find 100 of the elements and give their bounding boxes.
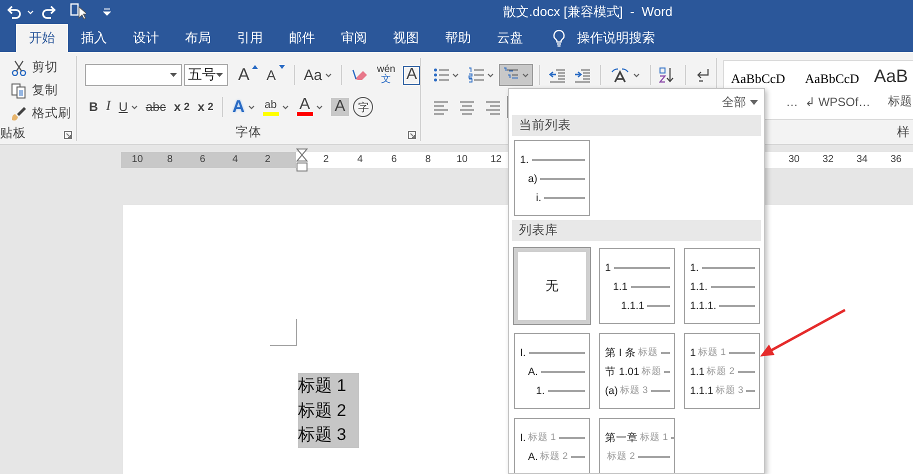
caret-icon	[130, 104, 138, 110]
font-size-field[interactable]: 五号	[184, 64, 228, 86]
ribbon-tab[interactable]: 视图	[380, 24, 432, 52]
underline-button[interactable]: U	[114, 96, 142, 118]
ribbon-tab[interactable]: 邮件	[276, 24, 328, 52]
ruler-number: 36	[889, 153, 903, 167]
ribbon-tab[interactable]: 开始	[16, 24, 68, 52]
ruler-number: 4	[356, 153, 364, 167]
copy-button[interactable]: 复制	[8, 79, 76, 102]
list-style-option[interactable]: 1 1.1 1.1.1	[599, 248, 675, 324]
list-level-label: 标题 2	[540, 450, 568, 463]
align-right-icon	[485, 99, 501, 115]
caret-icon	[632, 72, 640, 78]
list-number: 1.	[536, 384, 545, 396]
list-line	[719, 304, 755, 306]
character-shading-button[interactable]: A	[330, 98, 350, 116]
ruler-number: 8	[166, 153, 174, 167]
list-style-option[interactable]: 1. a) i.	[514, 140, 590, 216]
ruler-number: 2	[264, 153, 272, 167]
list-style-option[interactable]: I. 标题 1 A. 标题 2	[514, 418, 590, 473]
list-line	[738, 370, 755, 372]
list-line	[570, 456, 585, 458]
ribbon-tab[interactable]: 插入	[68, 24, 120, 52]
ruler-number: 12	[489, 153, 503, 167]
touch-mode-icon[interactable]	[70, 3, 86, 21]
italic-button[interactable]: I	[102, 96, 115, 118]
margin-corner-mark	[270, 319, 297, 346]
format-painter-button[interactable]: 格式刷	[8, 102, 76, 125]
grow-font-button[interactable]: A	[234, 64, 262, 86]
list-line	[540, 370, 585, 372]
list-line	[710, 286, 755, 288]
ribbon-tab[interactable]: 引用	[224, 24, 276, 52]
list-line	[638, 456, 670, 458]
list-number: 第 I 条	[605, 346, 636, 360]
text-effects-button[interactable]: A	[228, 96, 259, 118]
eraser-icon	[350, 67, 369, 83]
bold-button[interactable]: B	[85, 96, 102, 118]
dialog-launcher-icon[interactable]	[64, 131, 72, 139]
ruler-number: 6	[390, 153, 398, 167]
increase-indent-icon	[574, 67, 590, 83]
list-number: 节 1.01	[605, 364, 640, 378]
list-style-option[interactable]: 无	[514, 248, 590, 324]
style-gallery-item[interactable]: AaBbCcD ↲ WPSOf…	[798, 61, 872, 119]
align-center-icon	[459, 99, 475, 115]
customize-icon[interactable]	[103, 8, 111, 16]
list-line	[630, 286, 670, 288]
ribbon-tab[interactable]: 设计	[120, 24, 172, 52]
ribbon-tab[interactable]: 云盘	[484, 24, 536, 52]
list-line	[702, 266, 755, 268]
ribbon-tab[interactable]: 帮助	[432, 24, 484, 52]
filter-dropdown[interactable]: 全部	[720, 94, 760, 110]
redo-icon[interactable]	[42, 4, 58, 20]
decrease-indent-icon	[548, 67, 565, 83]
list-style-option[interactable]: 1. 1.1. 1.1.1.	[684, 248, 760, 324]
list-style-option[interactable]: I. A. 1.	[514, 333, 590, 409]
list-style-option[interactable]: 第 I 条 标题 节 1.01 标题 (a) 标题 3	[599, 333, 675, 409]
group-label: 字体	[236, 124, 262, 140]
undo-icon[interactable]	[5, 4, 21, 20]
ruler-number: 34	[855, 153, 869, 167]
caret-icon	[27, 10, 34, 14]
ruler-number: 10	[130, 153, 144, 167]
style-gallery-item[interactable]: AaB 标题	[872, 61, 910, 119]
dialog-launcher-icon[interactable]	[408, 131, 416, 139]
shrink-font-button[interactable]: A	[262, 64, 289, 86]
ruler-number: 4	[231, 153, 239, 167]
list-number: A.	[528, 366, 538, 378]
down-triangle-icon	[278, 65, 285, 69]
ribbon-tab[interactable]: 布局	[172, 24, 224, 52]
list-level-label: 标题	[638, 346, 658, 359]
multilevel-list-button[interactable]	[499, 64, 533, 86]
highlight-color-button[interactable]: ab	[258, 96, 293, 118]
list-style-option[interactable]: 1 标题 1 1.1 标题 2 1.1.1 标题 3	[684, 333, 760, 409]
list-number: i.	[536, 192, 542, 204]
align-left-icon	[433, 99, 449, 115]
font-color-button[interactable]: A	[292, 96, 327, 118]
ruler-number: 6	[198, 153, 206, 167]
style-preview: AaB	[874, 66, 908, 87]
strikethrough-button[interactable]: abc	[142, 96, 170, 118]
list-style-option[interactable]: 第一章 标题 1 标题 2	[599, 418, 675, 473]
sort-icon	[659, 67, 676, 83]
list-level-label: 标题 3	[620, 384, 648, 397]
ribbon-tab[interactable]: 审阅	[328, 24, 380, 52]
list-line	[728, 352, 755, 354]
change-case-button[interactable]: Aa	[300, 64, 336, 86]
font-name-field[interactable]	[85, 64, 182, 86]
scissors-icon	[11, 60, 27, 76]
character-border-button[interactable]: A	[403, 66, 420, 84]
caret-icon	[522, 72, 529, 78]
list-line	[650, 390, 670, 392]
up-triangle-icon	[252, 65, 258, 69]
list-level-label: 标题 1	[528, 431, 556, 444]
list-line	[532, 158, 585, 160]
phonetic-guide-button[interactable]: wén 文	[372, 64, 400, 86]
tell-me-search[interactable]: 操作说明搜索	[577, 29, 655, 47]
enclose-characters-button[interactable]: 字	[353, 97, 374, 117]
window-title: 散文.docx [兼容模式] - Word	[503, 3, 673, 21]
group-label: 贴板	[0, 125, 26, 142]
list-number: I.	[520, 346, 526, 358]
cut-button[interactable]: 剪切	[8, 56, 76, 79]
caret-icon	[248, 104, 255, 110]
